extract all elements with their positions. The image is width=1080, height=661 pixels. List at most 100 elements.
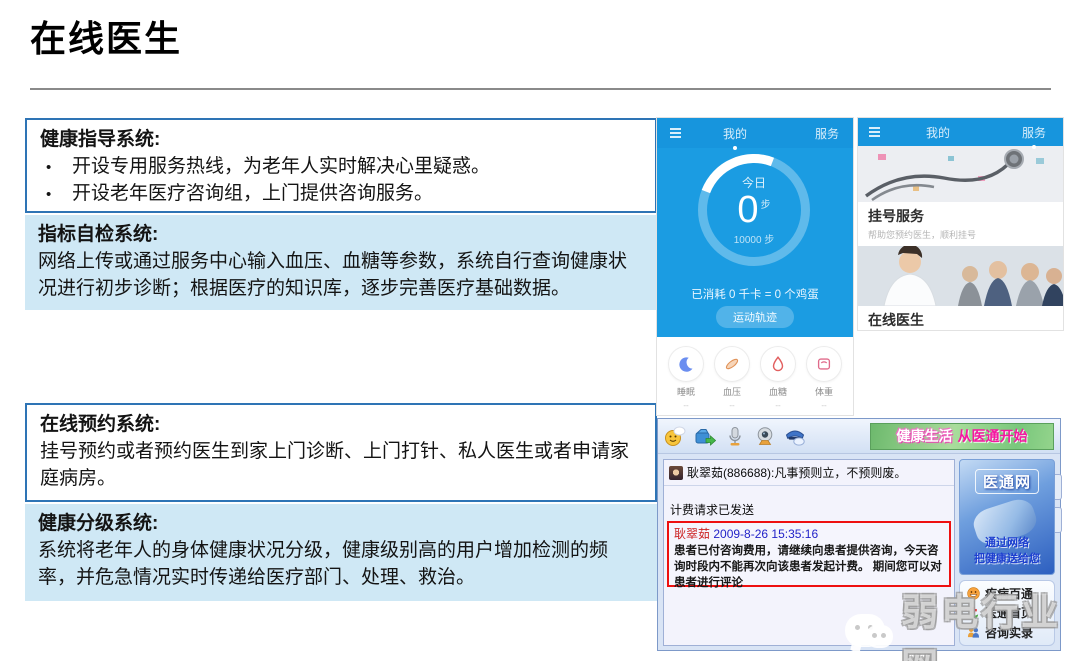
card-title: 在线医生 bbox=[858, 306, 1063, 330]
button-label: 疾病百通 bbox=[985, 585, 1033, 602]
page-title: 在线医生 bbox=[30, 10, 182, 62]
metric-blood-pressure[interactable]: 血压 -- bbox=[710, 346, 754, 415]
title-divider bbox=[30, 88, 1051, 90]
tab-mine[interactable]: 我的 bbox=[926, 124, 950, 141]
billing-message-highlight: 耿翠茹 2009-8-26 15:35:16 患者已付咨询费用，请继续向患者提供… bbox=[667, 521, 951, 587]
yitong-logo: 医通网 bbox=[975, 469, 1039, 494]
button-label: 医通首页 bbox=[985, 604, 1033, 621]
webcam-icon[interactable] bbox=[754, 425, 776, 447]
metric-label: 血压 bbox=[710, 385, 754, 398]
metric-blood-sugar[interactable]: 血糖 -- bbox=[756, 346, 800, 415]
health-metrics-row: 睡眠 -- 血压 -- 血糖 -- 体重 bbox=[657, 337, 853, 415]
microphone-icon[interactable] bbox=[724, 425, 746, 447]
bullet-text: 开设专用服务热线，为老年人实时解决心里疑惑。 bbox=[72, 154, 490, 181]
tab-service[interactable]: 服务 bbox=[1022, 124, 1046, 141]
emoticon-icon[interactable] bbox=[664, 425, 686, 447]
message-timestamp: 2009-8-26 15:35:16 bbox=[713, 527, 818, 541]
message-header: 耿翠茹 2009-8-26 15:35:16 bbox=[674, 525, 944, 542]
card-registration[interactable]: 挂号服务 帮助您预约医生，顺利挂号 bbox=[858, 146, 1063, 241]
steps-progress-ring: 今日 0步 10000 步 bbox=[698, 154, 810, 266]
contact-status-text: 耿翠茹(886688):凡事预则立，不预则废。 bbox=[687, 464, 906, 481]
green-cross-icon bbox=[967, 606, 980, 619]
metric-label: 血糖 bbox=[756, 385, 800, 398]
bullet-item: 开设老年医疗咨询组，上门提供咨询服务。 bbox=[40, 181, 642, 208]
tab-label: 我的 bbox=[926, 126, 950, 140]
metric-sleep[interactable]: 睡眠 -- bbox=[664, 346, 708, 415]
metric-weight[interactable]: 体重 -- bbox=[802, 346, 846, 415]
block-self-check: 指标自检系统: 网络上传或通过服务中心输入血压、血糖等参数，系统自行查询健康状况… bbox=[25, 215, 657, 310]
motion-track-button[interactable]: 运动轨迹 bbox=[716, 306, 794, 328]
app-navbar: 我的 服务 bbox=[858, 118, 1063, 146]
block-health-grading: 健康分级系统: 系统将老年人的身体健康状况分级，健康级别高的用户增加检测的频率，… bbox=[25, 504, 657, 601]
message-body: 患者已付咨询费用，请继续向患者提供咨询，今天咨询时段内不能再次向该患者发起计费。… bbox=[674, 543, 944, 591]
button-label: 咨询实录 bbox=[985, 624, 1033, 641]
metric-value: -- bbox=[710, 401, 754, 410]
card-online-doctor[interactable]: 在线医生 40000 名公立医院专家，为您提供贴心的健康服务 bbox=[858, 246, 1063, 330]
chat-message-area[interactable]: 耿翠茹(886688):凡事预则立，不预则废。 计费请求已发送 耿翠茹 2009… bbox=[663, 459, 955, 646]
active-tab-dot bbox=[1032, 145, 1036, 149]
steps-goal: 10000 步 bbox=[734, 231, 775, 246]
bullet-text: 开设老年医疗咨询组，上门提供咨询服务。 bbox=[72, 181, 433, 208]
hamburger-icon[interactable] bbox=[670, 132, 681, 134]
chat-window-screenshot: 健康生活 从医通开始 耿翠茹(886688):凡事预则立，不预则废。 计费请求已… bbox=[657, 418, 1061, 651]
banner-text: 从医通开始 bbox=[958, 426, 1028, 446]
block-title: 健康指导系统: bbox=[40, 127, 642, 154]
card-subtitle: 帮助您预约医生，顺利挂号 bbox=[858, 226, 1063, 241]
pedometer-app-screenshot: 我的 服务 今日 0步 10000 步 已消耗 0 千卡 = 0 个鸡蛋 运动轨… bbox=[657, 118, 853, 415]
metric-label: 睡眠 bbox=[664, 385, 708, 398]
disease-wiki-button[interactable]: 疾病百通 bbox=[967, 585, 1047, 602]
slogan-line: 通过网络 bbox=[960, 536, 1054, 552]
active-tab-dot bbox=[733, 146, 737, 150]
app-navbar: 我的 服务 bbox=[657, 118, 853, 148]
metric-value: -- bbox=[664, 401, 708, 410]
blood-drop-icon bbox=[760, 346, 796, 382]
metric-value: -- bbox=[802, 401, 846, 410]
sidebar-buttons: 疾病百通 医通首页 咨询实录 bbox=[959, 580, 1055, 646]
contact-status-row: 耿翠茹(886688):凡事预则立，不预则废。 bbox=[664, 460, 954, 486]
block-health-guidance: 健康指导系统: 开设专用服务热线，为老年人实时解决心里疑惑。 开设老年医疗咨询组… bbox=[25, 118, 657, 213]
tab-mine[interactable]: 我的 bbox=[723, 125, 747, 142]
two-people-icon bbox=[967, 626, 980, 639]
scale-icon bbox=[806, 346, 842, 382]
block-title: 指标自检系统: bbox=[38, 224, 158, 245]
block-online-booking: 在线预约系统: 挂号预约或者预约医生到家上门诊断、上门打针、私人医生或者申请家庭… bbox=[25, 403, 657, 502]
moon-icon bbox=[668, 346, 704, 382]
blood-pressure-icon bbox=[714, 346, 750, 382]
yitong-home-button[interactable]: 医通首页 bbox=[967, 604, 1047, 621]
health-ad-banner[interactable]: 健康生活 从医通开始 bbox=[870, 423, 1054, 450]
services-app-screenshot: 我的 服务 挂号服务 帮助您预约医生，顺利挂号 bbox=[858, 118, 1063, 330]
avatar bbox=[669, 466, 683, 480]
consult-record-button[interactable]: 咨询实录 bbox=[967, 624, 1047, 641]
yitong-ad[interactable]: 医通网 通过网络 把健康送给您 bbox=[959, 459, 1055, 575]
laughing-face-icon bbox=[967, 587, 980, 600]
calories-line: 已消耗 0 千卡 = 0 个鸡蛋 bbox=[657, 286, 853, 302]
block-body: 挂号预约或者预约医生到家上门诊断、上门打针、私人医生或者申请家庭病房。 bbox=[40, 439, 642, 493]
block-title: 健康分级系统: bbox=[38, 511, 644, 538]
slide: 在线医生 健康指导系统: 开设专用服务热线，为老年人实时解决心里疑惑。 开设老年… bbox=[0, 0, 1080, 661]
side-tab[interactable] bbox=[1055, 474, 1062, 500]
billing-status-text: 计费请求已发送 bbox=[670, 501, 948, 518]
tab-label: 服务 bbox=[815, 127, 839, 141]
report-icon[interactable] bbox=[784, 425, 806, 447]
tab-label: 服务 bbox=[1022, 126, 1046, 140]
card-title: 挂号服务 bbox=[858, 202, 1063, 226]
chat-toolbar: 健康生活 从医通开始 bbox=[658, 419, 1060, 454]
steps-count: 0步 bbox=[737, 191, 770, 231]
side-tab[interactable] bbox=[1055, 507, 1062, 533]
block-title: 在线预约系统: bbox=[40, 412, 642, 439]
banner-text: 健康生活 bbox=[897, 426, 953, 446]
tab-label: 我的 bbox=[723, 127, 747, 141]
block-body: 网络上传或通过服务中心输入血压、血糖等参数，系统自行查询健康状况进行初步诊断；根… bbox=[38, 249, 644, 303]
file-transfer-icon[interactable] bbox=[694, 425, 716, 447]
hamburger-icon[interactable] bbox=[869, 131, 880, 133]
steps-unit: 步 bbox=[761, 200, 771, 211]
message-sender: 耿翠茹 bbox=[674, 527, 710, 541]
chat-sidebar: 医通网 通过网络 把健康送给您 疾病百通 bbox=[959, 459, 1055, 646]
metric-label: 体重 bbox=[802, 385, 846, 398]
ad-slogan: 通过网络 把健康送给您 bbox=[960, 536, 1054, 568]
block-body: 系统将老年人的身体健康状况分级，健康级别高的用户增加检测的频率，并危急情况实时传… bbox=[38, 538, 644, 592]
tab-service[interactable]: 服务 bbox=[815, 125, 839, 142]
slogan-line: 把健康送给您 bbox=[960, 552, 1054, 568]
doctors-image bbox=[858, 246, 1063, 306]
stethoscope-image bbox=[858, 146, 1063, 202]
